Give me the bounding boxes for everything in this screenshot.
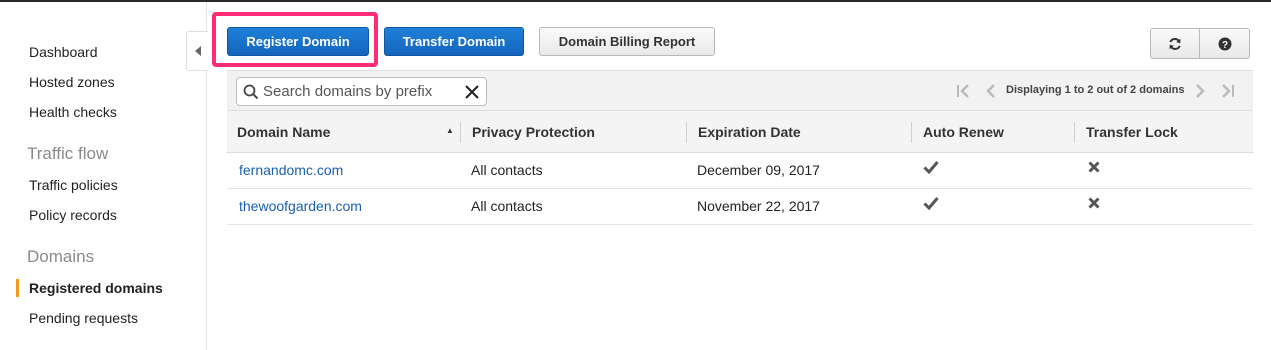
transfer-domain-button[interactable]: Transfer Domain (384, 27, 524, 56)
help-button[interactable]: ? (1200, 28, 1250, 59)
sidebar: Dashboard Hosted zones Health checks Tra… (0, 2, 207, 350)
section-title-traffic-flow: Traffic flow (27, 144, 109, 163)
refresh-button[interactable] (1150, 28, 1200, 59)
expiration-date-value: December 09, 2017 (697, 162, 820, 178)
cross-icon (1088, 161, 1100, 173)
active-item-marker (16, 279, 19, 297)
refresh-icon (1169, 37, 1181, 50)
table-header: Domain Name ▲ Privacy Protection Expirat… (227, 110, 1253, 153)
domain-name-link[interactable]: fernandomc.com (239, 153, 343, 188)
column-header-domain-name[interactable]: Domain Name (237, 111, 330, 153)
column-divider (911, 122, 912, 143)
table-row[interactable]: thewoofgarden.com All contacts November … (227, 189, 1253, 225)
domain-name-link[interactable]: thewoofgarden.com (239, 189, 362, 224)
triangle-left-icon (194, 46, 201, 56)
first-page-icon[interactable] (955, 84, 971, 98)
sidebar-item-health-checks[interactable]: Health checks (29, 104, 117, 120)
table-row[interactable]: fernandomc.com All contacts December 09,… (227, 153, 1253, 189)
expiration-date-value: November 22, 2017 (697, 198, 820, 214)
clear-search-icon[interactable] (464, 84, 480, 100)
column-header-transfer-lock[interactable]: Transfer Lock (1086, 111, 1178, 153)
last-page-icon[interactable] (1220, 84, 1236, 98)
table-toolbar: Displaying 1 to 2 out of 2 domains (227, 70, 1253, 110)
pagination-status: Displaying 1 to 2 out of 2 domains (1006, 84, 1185, 96)
sort-ascending-icon: ▲ (446, 126, 454, 135)
privacy-protection-value: All contacts (471, 162, 543, 178)
checkmark-icon (923, 161, 939, 174)
column-divider (686, 122, 687, 143)
sidebar-collapse-button[interactable] (186, 31, 208, 71)
highlight-box (212, 12, 378, 67)
sidebar-item-policy-records[interactable]: Policy records (29, 207, 117, 223)
domain-billing-report-button[interactable]: Domain Billing Report (539, 27, 715, 56)
svg-text:?: ? (1221, 40, 1227, 51)
sidebar-item-hosted-zones[interactable]: Hosted zones (29, 74, 115, 90)
search-icon (243, 84, 259, 100)
search-input[interactable] (263, 81, 458, 102)
next-page-icon[interactable] (1194, 84, 1206, 98)
cross-icon (1088, 197, 1100, 209)
privacy-protection-value: All contacts (471, 198, 543, 214)
section-title-domains: Domains (27, 247, 95, 266)
sidebar-item-registered-domains[interactable]: Registered domains (29, 280, 163, 296)
column-header-expiration-date[interactable]: Expiration Date (698, 111, 801, 153)
sidebar-item-pending-requests[interactable]: Pending requests (29, 310, 138, 326)
column-header-auto-renew[interactable]: Auto Renew (923, 111, 1004, 153)
checkmark-icon (923, 197, 939, 210)
search-box[interactable] (236, 77, 487, 106)
help-icon: ? (1218, 37, 1231, 51)
sidebar-item-dashboard[interactable]: Dashboard (29, 44, 98, 60)
column-divider (460, 122, 461, 143)
domains-table-panel: Displaying 1 to 2 out of 2 domains Domai… (227, 70, 1253, 225)
previous-page-icon[interactable] (985, 84, 997, 98)
column-divider (1074, 122, 1075, 143)
sidebar-item-traffic-policies[interactable]: Traffic policies (29, 177, 118, 193)
column-header-privacy-protection[interactable]: Privacy Protection (472, 111, 595, 153)
